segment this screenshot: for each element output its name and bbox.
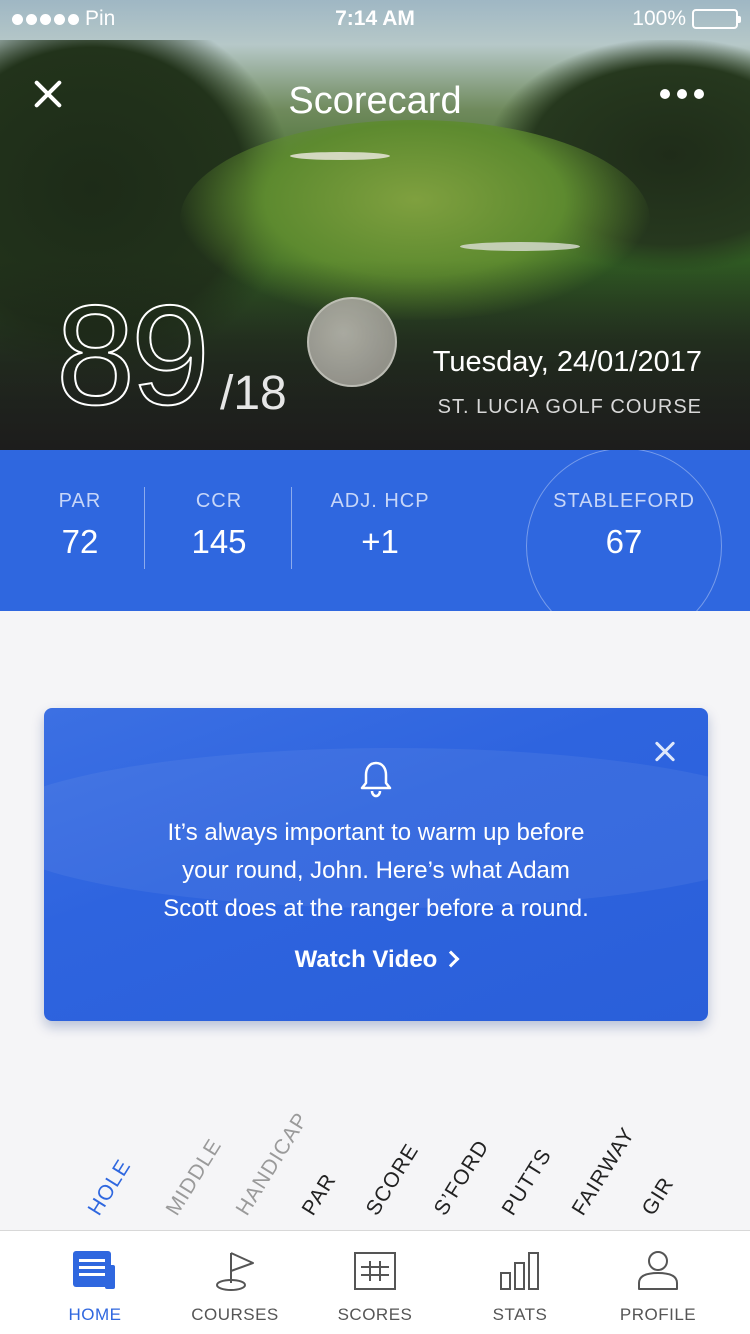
watch-video-label: Watch Video	[294, 946, 438, 973]
scorecard-icon	[354, 1252, 396, 1290]
course-name: ST. LUCIA GOLF COURSE	[437, 396, 702, 418]
home-icon	[73, 1251, 115, 1289]
page-title: Scorecard	[288, 80, 462, 122]
stat-ccr: CCR 145	[162, 490, 276, 561]
column-middle[interactable]: MIDDLE	[162, 1135, 228, 1220]
stat-adj-hcp: ADJ. HCP +1	[310, 490, 450, 561]
column-score[interactable]: SCORE	[362, 1140, 425, 1220]
bar-chart-icon	[500, 1252, 539, 1290]
tab-profile[interactable]: PROFILE	[583, 1231, 733, 1334]
tab-bar: HOME COURSES SCORES STATS PROFILE	[0, 1230, 750, 1334]
tab-courses[interactable]: COURSES	[160, 1231, 310, 1334]
stat-value: 67	[605, 523, 643, 560]
tab-scores[interactable]: SCORES	[300, 1231, 450, 1334]
tip-message: It’s always important to warm up before …	[84, 814, 668, 928]
stat-value: +1	[361, 523, 399, 560]
stat-value: 145	[191, 523, 247, 560]
scorecard-column-headers: HOLE MIDDLE HANDICAP PAR SCORE S’FORD PU…	[0, 1080, 750, 1230]
battery-percent: 100%	[632, 7, 686, 30]
column-par[interactable]: PAR	[298, 1169, 342, 1220]
bunker	[290, 152, 390, 160]
tab-label: COURSES	[191, 1305, 279, 1324]
flag-icon	[216, 1252, 254, 1291]
avatar[interactable]	[307, 297, 397, 387]
holes-played: /18	[220, 367, 287, 420]
bunker	[460, 242, 580, 251]
more-options-button[interactable]	[660, 84, 704, 104]
tab-label: HOME	[68, 1305, 122, 1324]
column-putts[interactable]: PUTTS	[498, 1145, 557, 1220]
tab-label: PROFILE	[619, 1305, 697, 1324]
stat-value: 72	[61, 523, 99, 560]
column-hole[interactable]: HOLE	[84, 1155, 137, 1220]
column-gir[interactable]: GIR	[638, 1173, 680, 1220]
stat-label: PAR	[58, 490, 102, 512]
stat-label: STABLEFORD	[553, 490, 695, 512]
chevron-right-icon	[442, 950, 460, 968]
tip-line: your round, John. Here’s what Adam	[182, 857, 570, 884]
tip-line: It’s always important to warm up before	[167, 819, 585, 846]
round-date: Tuesday, 24/01/2017	[432, 346, 702, 378]
stat-stableford: STABLEFORD 67	[534, 490, 714, 561]
column-fairway[interactable]: FAIRWAY	[568, 1123, 641, 1220]
stat-par: PAR 72	[28, 490, 132, 561]
round-score: 89	[55, 276, 211, 435]
tab-home[interactable]: HOME	[20, 1231, 170, 1334]
status-bar: Pin 7:14 AM 100%	[0, 0, 750, 40]
column-stableford[interactable]: S’FORD	[430, 1136, 495, 1220]
tip-card: It’s always important to warm up before …	[44, 708, 708, 1021]
stat-label: CCR	[195, 490, 243, 512]
dismiss-card-button[interactable]	[652, 738, 678, 764]
tab-label: STATS	[492, 1305, 548, 1324]
stats-band: PAR 72 CCR 145 ADJ. HCP +1 STABLEFORD 67	[0, 450, 750, 611]
tab-label: SCORES	[337, 1305, 413, 1324]
divider	[144, 487, 145, 569]
user-icon	[638, 1251, 678, 1290]
tip-line: Scott does at the ranger before a round.	[163, 895, 589, 922]
battery-icon	[692, 9, 741, 29]
battery: 100%	[632, 7, 741, 31]
tab-stats[interactable]: STATS	[445, 1231, 595, 1334]
stat-label: ADJ. HCP	[330, 490, 430, 512]
bell-icon	[360, 761, 392, 798]
divider	[291, 487, 292, 569]
watch-video-link[interactable]: Watch Video	[44, 946, 708, 974]
